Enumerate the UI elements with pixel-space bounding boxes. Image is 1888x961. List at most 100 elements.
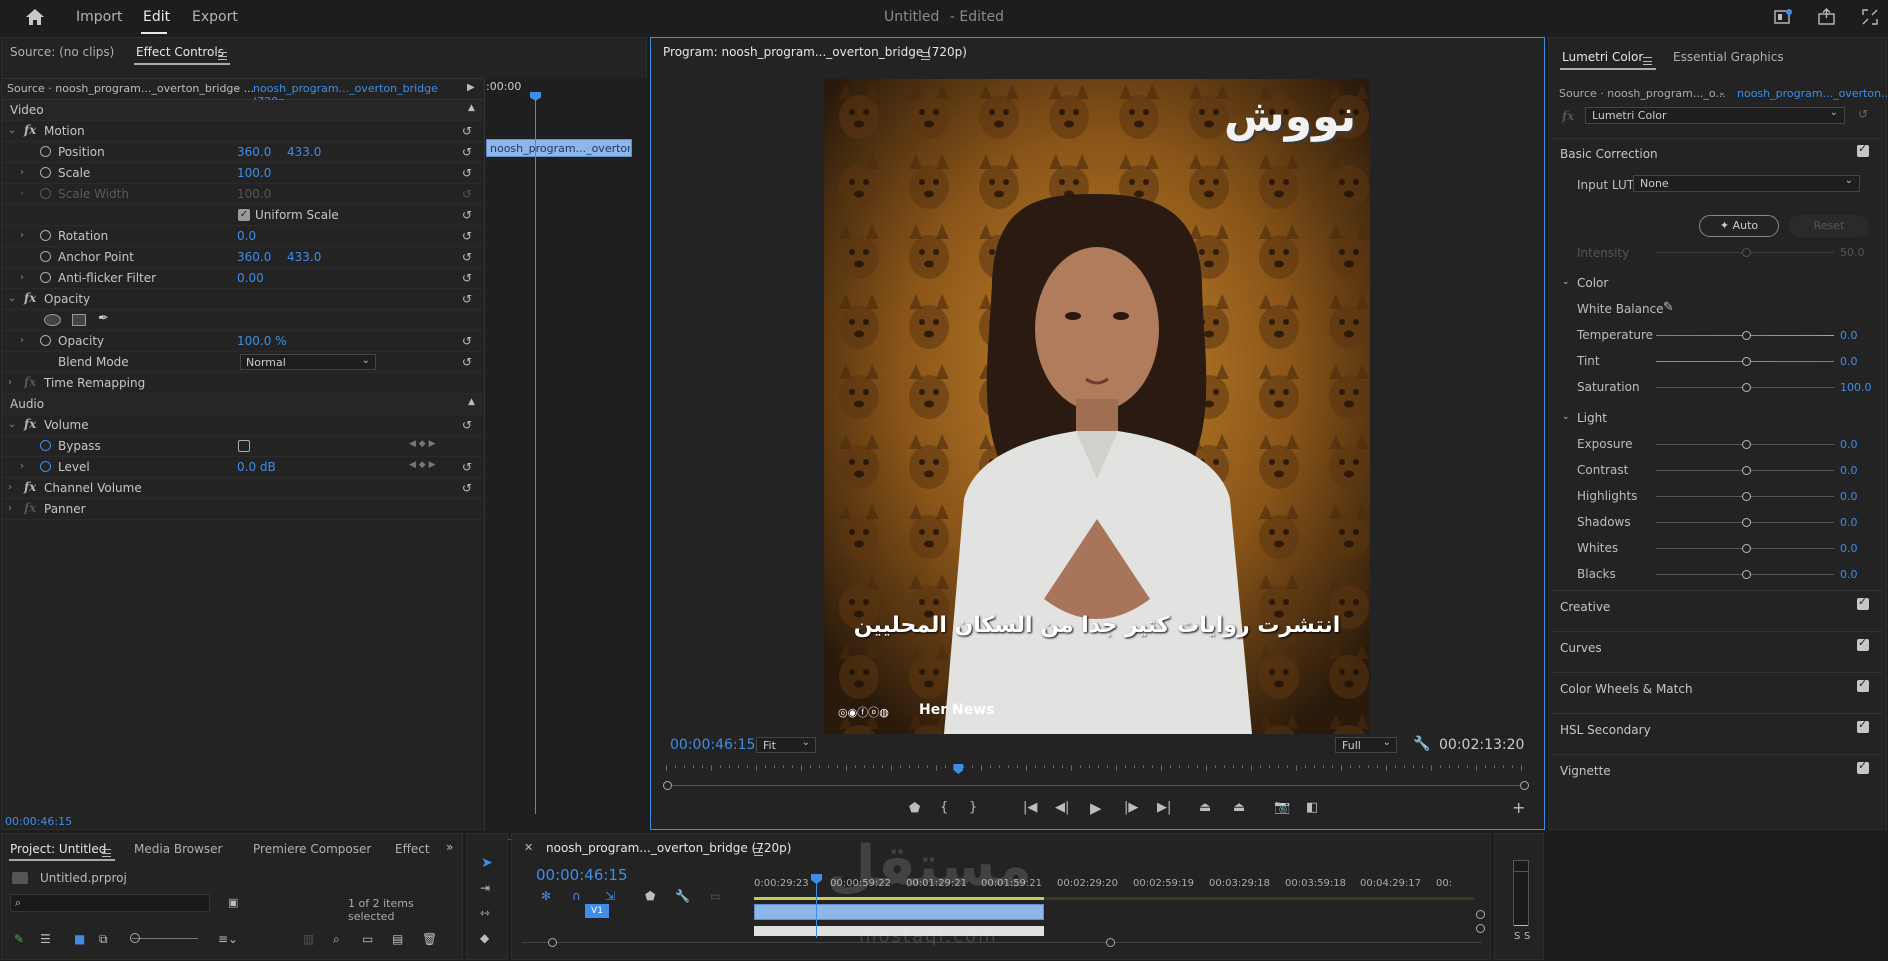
razor-tool-icon[interactable]: ◆ — [480, 931, 489, 945]
program-timecode[interactable]: 00:00:46:15 — [670, 737, 755, 753]
step-back-icon[interactable]: ◀| — [1055, 800, 1069, 815]
new-item-icon[interactable]: ▤ — [392, 932, 403, 946]
zoom-handle-left[interactable] — [663, 781, 672, 790]
stopwatch-icon[interactable] — [40, 461, 51, 472]
tab-essential-graphics[interactable]: Essential Graphics — [1673, 50, 1784, 64]
timeline-clip[interactable] — [754, 904, 1044, 920]
chevron-right-icon[interactable]: › — [20, 230, 24, 241]
stopwatch-icon[interactable] — [40, 230, 51, 241]
freeform-view-icon[interactable]: ⧉ — [99, 932, 108, 947]
chevron-right-icon[interactable]: › — [8, 503, 12, 514]
list-view-icon[interactable]: ☰ — [40, 932, 51, 946]
tab-effect-controls[interactable]: Effect Controls — [136, 45, 224, 59]
light-exposure-value[interactable]: 0.0 — [1840, 438, 1858, 451]
curves-section-header[interactable]: Curves — [1560, 641, 1602, 655]
reset-icon[interactable]: ↺ — [462, 271, 472, 285]
color-tint-value[interactable]: 0.0 — [1840, 355, 1858, 368]
tab-source[interactable]: Source: (no clips) — [10, 45, 114, 59]
reset-icon[interactable]: ↺ — [462, 208, 472, 222]
light-shadows-value[interactable]: 0.0 — [1840, 516, 1858, 529]
reset-icon[interactable]: ↺ — [462, 124, 472, 138]
color-tint-slider-knob[interactable] — [1742, 357, 1751, 366]
lumetri-menu-icon[interactable] — [1643, 53, 1652, 67]
keyframe-nav-icon[interactable]: ◀ ◆ ▶ — [409, 439, 436, 449]
stopwatch-icon[interactable] — [40, 251, 51, 262]
comparison-view-icon[interactable]: ◧ — [1306, 800, 1318, 815]
opacity-value[interactable]: 100.0 % — [237, 334, 287, 348]
hsl-secondary-section-header[interactable]: HSL Secondary — [1560, 723, 1651, 737]
tab-project[interactable]: Project: Untitled — [10, 842, 106, 856]
reset-icon[interactable]: ↺ — [1858, 107, 1868, 121]
zoom-slider[interactable] — [132, 938, 198, 939]
close-icon[interactable]: ✕ — [524, 841, 533, 854]
play-icon[interactable]: ▶ — [1090, 799, 1102, 817]
more-panels-icon[interactable]: » — [446, 840, 453, 854]
timeline-settings-icon[interactable]: 🔧 — [675, 889, 690, 903]
go-to-out-icon[interactable]: ▶| — [1157, 800, 1171, 815]
workspaces-icon[interactable] — [1774, 9, 1792, 25]
linked-selection-icon[interactable]: ⇲ — [605, 889, 615, 903]
light-shadows-slider-knob[interactable] — [1742, 518, 1751, 527]
add-marker-icon[interactable]: ⬟ — [645, 889, 655, 903]
sort-icon[interactable]: ≡⌄ — [218, 932, 238, 946]
rectangle-mask-icon[interactable] — [72, 314, 86, 326]
uniform-scale-checkbox[interactable]: ✓ — [238, 209, 250, 221]
play-clip-icon[interactable]: ▶ — [467, 82, 475, 93]
auto-button[interactable]: ✦ Auto — [1699, 215, 1779, 237]
light-exposure-slider-knob[interactable] — [1742, 440, 1751, 449]
effect-controls-timecode[interactable]: 00:00:46:15 — [5, 815, 72, 828]
chevron-down-icon[interactable]: ⌄ — [8, 419, 16, 430]
snap-icon[interactable]: ∩ — [572, 889, 581, 903]
vignette-section-header[interactable]: Vignette — [1560, 764, 1611, 778]
color-saturation-slider-knob[interactable] — [1742, 383, 1751, 392]
add-marker-icon[interactable]: ⬟ — [909, 801, 920, 816]
program-menu-icon[interactable] — [921, 48, 930, 62]
basic-correction-header[interactable]: Basic Correction — [1560, 147, 1658, 161]
collapse-up-icon[interactable]: ▲ — [468, 397, 475, 407]
timeline-scroll-left[interactable] — [548, 938, 557, 947]
fx-icon[interactable]: fx — [24, 417, 36, 431]
opacity-group-row[interactable]: ⌄ fx Opacity ↺ — [2, 289, 483, 310]
tab-lumetri-color[interactable]: Lumetri Color — [1562, 50, 1643, 64]
scale-value[interactable]: 100.0 — [237, 166, 271, 180]
timeline-menu-icon[interactable] — [754, 844, 763, 858]
chevron-right-icon[interactable]: › — [20, 167, 24, 178]
reset-icon[interactable]: ↺ — [462, 250, 472, 264]
color-wheels-match-checkbox[interactable] — [1857, 677, 1869, 692]
resolution-select[interactable]: Full ⌄ — [1335, 737, 1397, 753]
reset-icon[interactable]: ↺ — [462, 166, 472, 180]
ellipse-mask-icon[interactable] — [44, 314, 61, 326]
go-to-in-icon[interactable]: |◀ — [1023, 800, 1037, 815]
chevron-right-icon[interactable]: › — [20, 272, 24, 283]
color-temperature-slider-knob[interactable] — [1742, 331, 1751, 340]
bypass-checkbox[interactable] — [238, 440, 250, 452]
chevron-down-icon[interactable]: ⌄ — [8, 125, 16, 136]
source-clip-label[interactable]: Source · noosh_program..._overton_bridge… — [7, 82, 254, 95]
track-select-tool-icon[interactable]: ⇥ — [480, 881, 490, 895]
light-highlights-slider-knob[interactable] — [1742, 492, 1751, 501]
step-forward-icon[interactable]: |▶ — [1124, 800, 1138, 815]
reset-icon[interactable]: ↺ — [462, 334, 472, 348]
zoom-slider-knob[interactable] — [130, 933, 140, 943]
light-whites-slider-knob[interactable] — [1742, 544, 1751, 553]
pencil-icon[interactable]: ✎ — [14, 932, 24, 946]
selection-tool-icon[interactable]: ➤ — [481, 855, 493, 871]
add-button-icon[interactable]: + — [1512, 798, 1525, 817]
lift-icon[interactable]: ⏏ — [1199, 800, 1211, 815]
color-wheels-match-section-header[interactable]: Color Wheels & Match — [1560, 682, 1693, 696]
light-blacks-value[interactable]: 0.0 — [1840, 568, 1858, 581]
program-zoom-bar[interactable] — [666, 785, 1526, 786]
light-highlights-value[interactable]: 0.0 — [1840, 490, 1858, 503]
stopwatch-icon[interactable] — [40, 335, 51, 346]
chevron-down-icon[interactable]: ⌄ — [1562, 277, 1570, 287]
chevron-down-icon[interactable]: ⌄ — [8, 293, 16, 304]
tab-premiere-composer[interactable]: Premiere Composer — [253, 842, 371, 856]
level-value[interactable]: 0.0 dB — [237, 460, 276, 474]
reset-icon[interactable]: ↺ — [462, 355, 472, 369]
position-x-value[interactable]: 360.0 — [237, 145, 271, 159]
clip-bar[interactable]: noosh_program..._overton_bri — [486, 139, 632, 157]
wrench-icon[interactable]: 🔧 — [1413, 736, 1430, 752]
mark-in-icon[interactable]: { — [940, 800, 948, 815]
project-menu-icon[interactable] — [102, 845, 111, 859]
chevron-down-icon[interactable]: ⌄ — [1718, 88, 1726, 98]
